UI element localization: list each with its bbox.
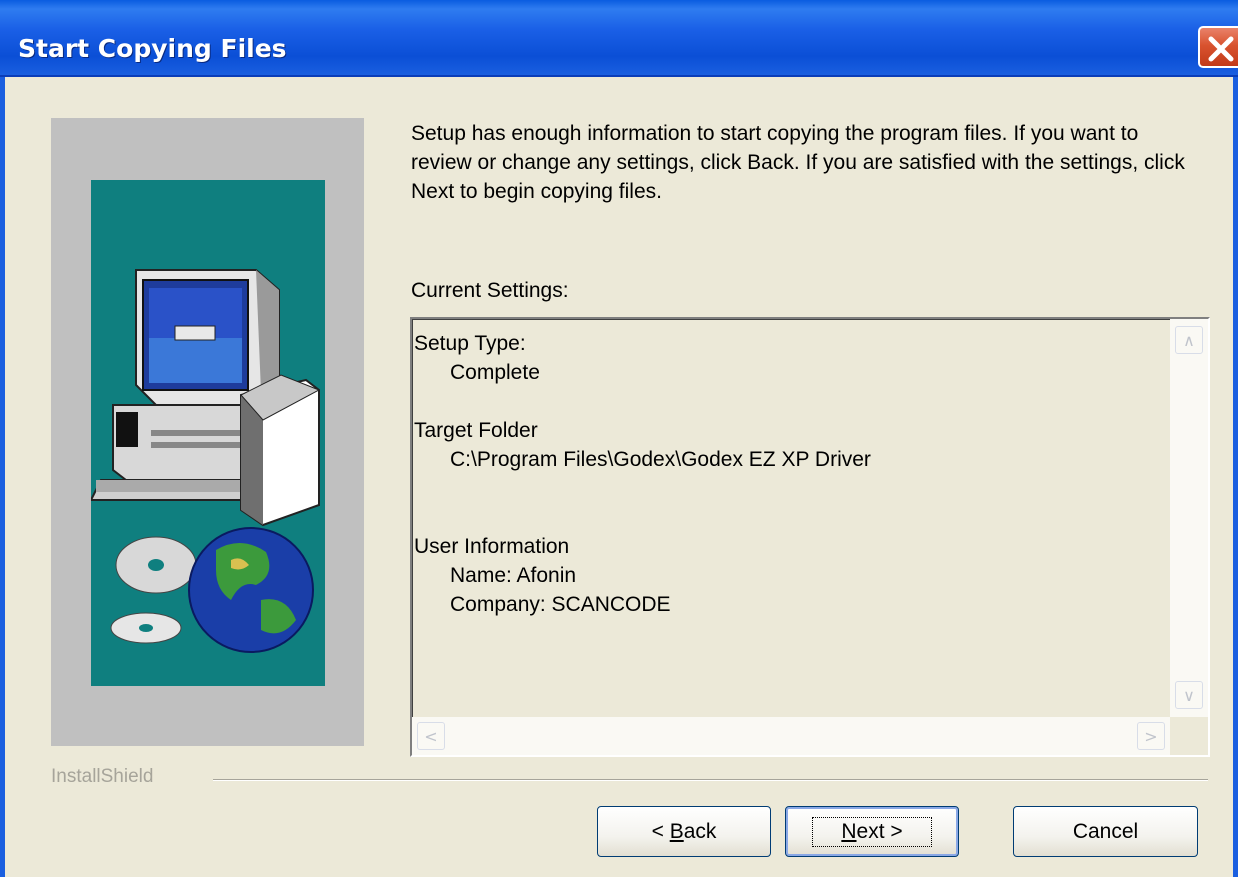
close-x-icon xyxy=(1208,36,1234,62)
settings-content: Setup Type: Complete Target Folder C:\Pr… xyxy=(414,329,871,619)
brand-divider xyxy=(213,779,1208,781)
window-frame-right xyxy=(1233,77,1238,877)
scroll-right-icon[interactable]: > xyxy=(1137,722,1165,750)
back-mnemonic: B xyxy=(669,819,684,843)
cancel-button[interactable]: Cancel xyxy=(1013,806,1198,857)
next-focus: Next > xyxy=(812,816,932,847)
user-info-label: User Information xyxy=(414,535,570,558)
installshield-brand: InstallShield xyxy=(51,766,154,787)
next-button[interactable]: Next > xyxy=(785,806,959,857)
setup-type-label: Setup Type: xyxy=(414,332,526,355)
target-folder-value: C:\Program Files\Godex\Godex EZ XP Drive… xyxy=(450,448,871,471)
window-title: Start Copying Files xyxy=(18,34,287,63)
next-suffix: > xyxy=(884,819,903,843)
intro-text: Setup has enough information to start co… xyxy=(411,122,1185,203)
target-folder-label: Target Folder xyxy=(414,419,538,442)
next-label: ext xyxy=(856,819,885,843)
close-button[interactable] xyxy=(1198,26,1238,68)
side-art-teal xyxy=(91,180,325,686)
title-bar[interactable]: Start Copying Files xyxy=(0,0,1238,77)
user-name: Name: Afonin xyxy=(450,564,577,587)
computer-illustration xyxy=(91,269,321,653)
user-company: Company: SCANCODE xyxy=(450,593,671,616)
setup-type-value: Complete xyxy=(450,361,540,384)
back-button[interactable]: < Back xyxy=(597,806,771,857)
scroll-left-icon[interactable]: < xyxy=(417,722,445,750)
scrollbar-corner xyxy=(1170,717,1208,755)
vertical-scrollbar[interactable]: ∧ ∨ xyxy=(1170,319,1208,719)
scroll-down-icon[interactable]: ∨ xyxy=(1175,681,1203,709)
back-label: ack xyxy=(683,819,717,843)
window-frame-left xyxy=(0,77,5,877)
scroll-up-icon[interactable]: ∧ xyxy=(1175,326,1203,354)
back-prefix: < xyxy=(651,819,670,843)
horizontal-scrollbar[interactable]: < > xyxy=(412,717,1170,755)
next-mnemonic: N xyxy=(841,819,857,843)
current-settings-box[interactable]: Setup Type: Complete Target Folder C:\Pr… xyxy=(410,317,1210,757)
current-settings-label: Current Settings: xyxy=(411,279,569,302)
